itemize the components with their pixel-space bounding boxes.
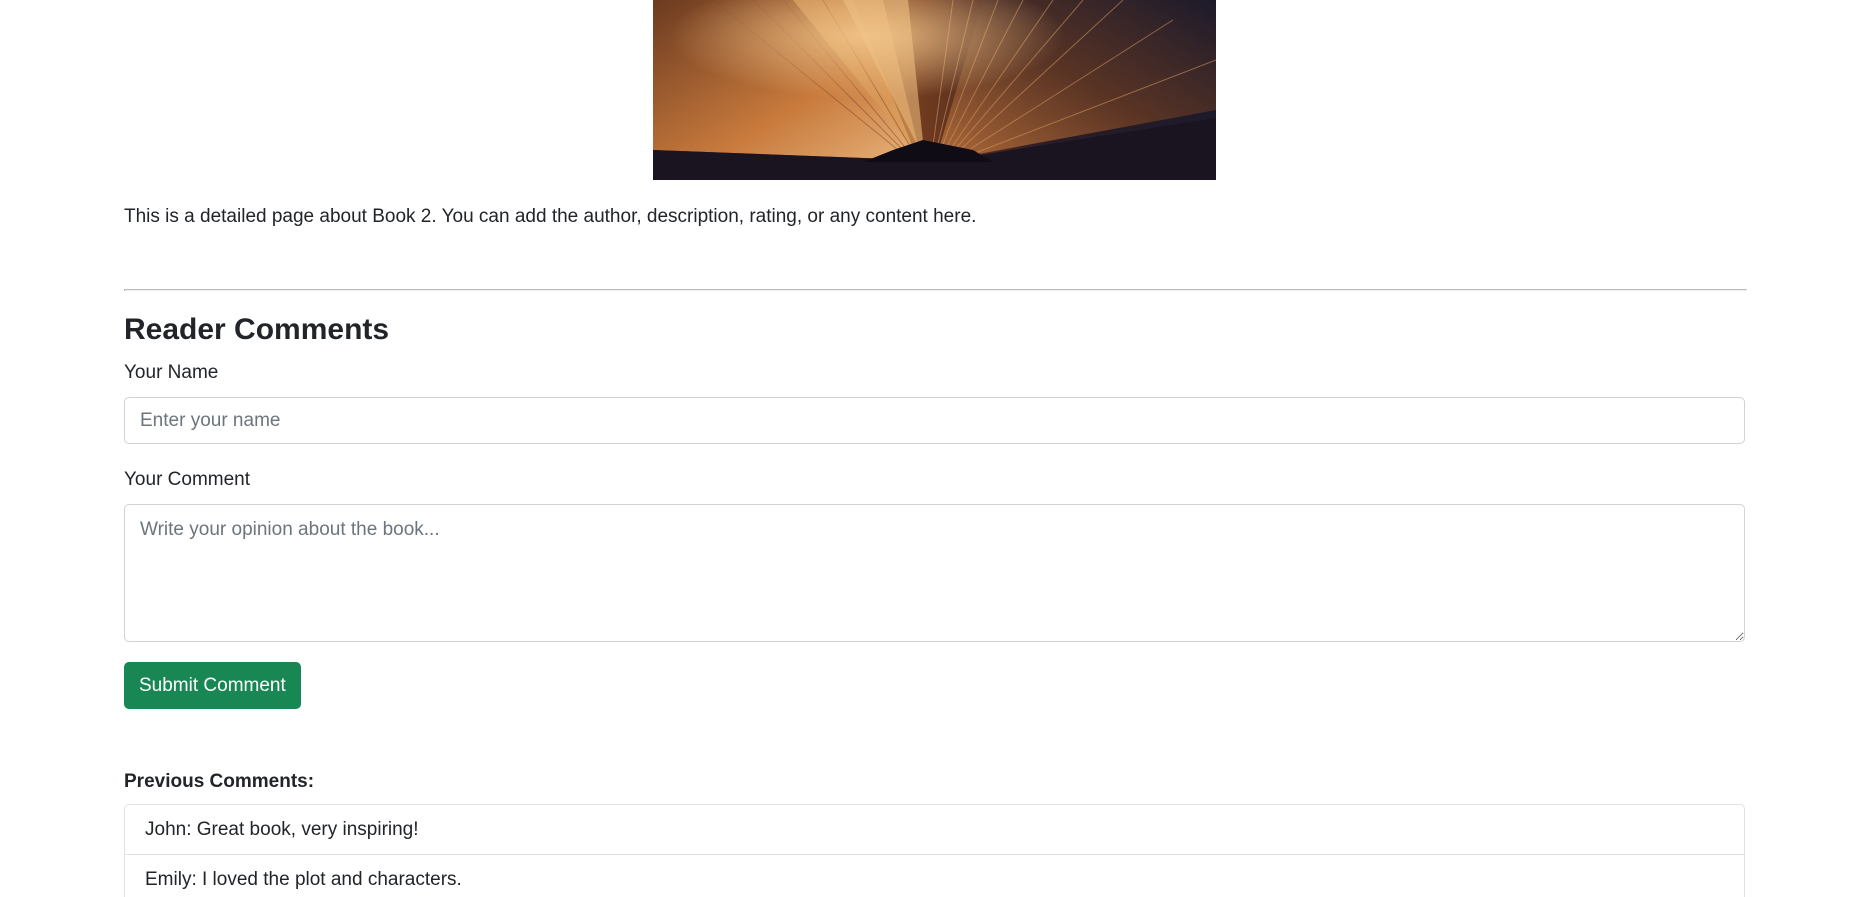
book-detail-page: This is a detailed page about Book 2. Yo…: [0, 0, 1853, 897]
comments-section-title: Reader Comments: [124, 313, 390, 346]
name-input[interactable]: [124, 397, 1745, 444]
book-description: This is a detailed page about Book 2. Yo…: [124, 206, 977, 227]
comment-textarea[interactable]: [124, 504, 1745, 642]
comment-field-label: Your Comment: [124, 469, 251, 490]
submit-comment-button[interactable]: Submit Comment: [124, 662, 301, 709]
previous-comments-title: Previous Comments:: [124, 771, 315, 792]
comment-item: Emily: I loved the plot and characters.: [145, 869, 462, 890]
open-book-photo-icon: [653, 0, 1216, 180]
previous-comments-list: John: Great book, very inspiring! Emily:…: [124, 804, 1745, 897]
book-hero-image: [653, 0, 1216, 180]
comment-item: John: Great book, very inspiring!: [125, 805, 1744, 855]
section-divider: [124, 289, 1747, 291]
name-field-label: Your Name: [124, 362, 219, 383]
